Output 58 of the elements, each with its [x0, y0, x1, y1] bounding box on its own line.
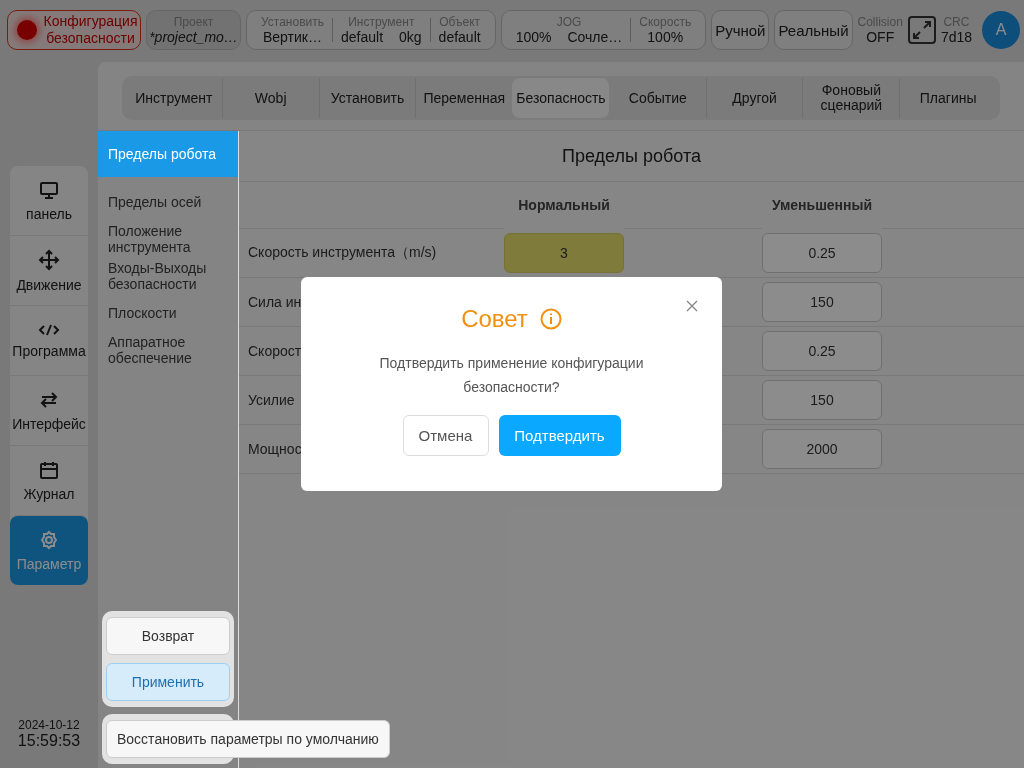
side-menu-item[interactable]: Плоскости	[98, 294, 238, 331]
settings-tab[interactable]: Безопасность	[512, 78, 609, 118]
nav-item[interactable]: Параметр	[10, 515, 88, 585]
field-value: 100%	[515, 28, 552, 46]
field-value: Вертик…	[263, 28, 322, 46]
back-button[interactable]: Возврат	[106, 617, 230, 655]
nav-item[interactable]: панель	[10, 166, 88, 235]
column-header: Уменьшенный	[770, 195, 874, 215]
close-icon[interactable]	[686, 300, 698, 312]
cancel-button[interactable]: Отмена	[402, 415, 489, 456]
expand-icon[interactable]	[907, 16, 936, 44]
side-menu-item[interactable]: Пределы робота	[98, 131, 238, 177]
field-value: *project_mo…	[149, 28, 238, 46]
settings-tab[interactable]: Фоновый сценарий	[802, 78, 900, 118]
settings-tab[interactable]: Wobj	[221, 78, 319, 118]
date-text: 2024-10-12	[18, 718, 80, 732]
nav-item[interactable]: Интерфейс	[10, 375, 88, 445]
nav-item[interactable]: Движение	[10, 235, 88, 305]
field-value: 0kg	[399, 28, 422, 46]
apply-button[interactable]: Применить	[106, 663, 230, 701]
reduced-value-field[interactable]: 0.25	[762, 331, 882, 371]
calendar-icon	[39, 459, 59, 480]
column-header: Нормальный	[517, 195, 611, 215]
settings-tab[interactable]: Событие	[608, 78, 706, 118]
settings-tab[interactable]: Установить	[318, 78, 416, 118]
code-icon	[38, 322, 60, 337]
reduced-value-field[interactable]: 150	[762, 282, 882, 322]
side-menu-item[interactable]: Пределы осей	[98, 183, 238, 220]
settings-tab[interactable]: Плагины	[899, 78, 997, 118]
confirm-button[interactable]: Подтвердить	[498, 415, 621, 456]
crc-value: 7d18	[940, 29, 973, 45]
gear-icon	[39, 529, 59, 550]
mode-button[interactable]: Реальный	[774, 10, 853, 50]
monitor-icon	[39, 179, 59, 200]
collision-value: OFF	[866, 29, 895, 45]
section-title: Пределы робота	[239, 131, 1024, 182]
reduced-value-field[interactable]: 2000	[762, 429, 882, 469]
move-arrows-icon	[38, 248, 60, 271]
nav-item[interactable]: Программа	[10, 305, 88, 375]
info-icon	[539, 308, 562, 330]
safety-config-button[interactable]: Конфигурация безопасности	[7, 10, 141, 50]
side-menu-item[interactable]: Входы-Выходы безопасности	[98, 257, 238, 294]
mode-button[interactable]: Ручной	[711, 10, 770, 50]
time-text: 15:59:53	[17, 732, 81, 750]
settings-tab[interactable]: Другой	[705, 78, 803, 118]
field-value: default	[341, 28, 384, 46]
field-value: default	[438, 28, 481, 46]
field-value: Сочле…	[567, 28, 623, 46]
side-menu-item[interactable]: Положение инструмента	[98, 220, 238, 257]
reduced-value-field[interactable]: 150	[762, 380, 882, 420]
swap-arrows-icon	[39, 389, 59, 410]
field-value: 100%	[647, 28, 684, 46]
settings-tab[interactable]: Инструмент	[126, 78, 222, 118]
restore-defaults-button[interactable]: Восстановить параметры по умолчанию	[106, 720, 390, 758]
user-avatar[interactable]: A	[982, 11, 1020, 49]
reduced-value-field[interactable]: 0.25	[762, 233, 882, 273]
side-menu-item[interactable]: Аппаратное обеспечение	[98, 331, 238, 368]
normal-value-field[interactable]: 3	[504, 233, 624, 273]
